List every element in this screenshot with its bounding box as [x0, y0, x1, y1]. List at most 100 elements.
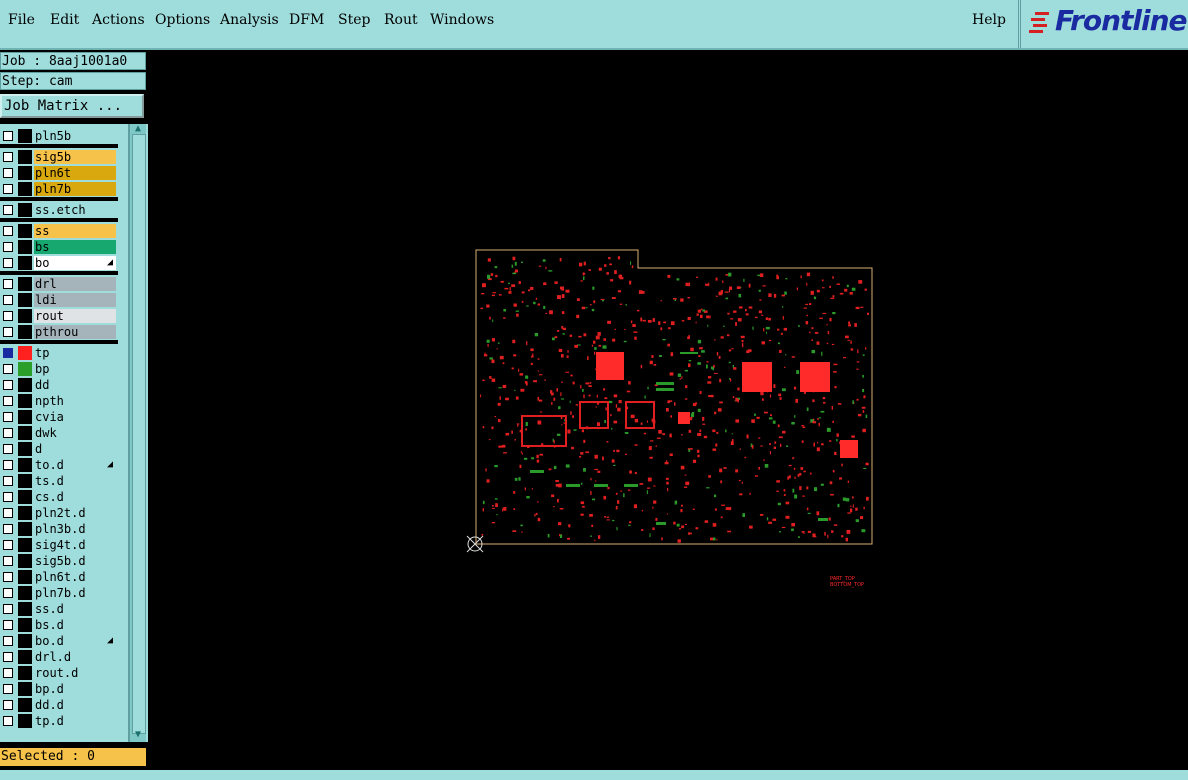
- layer-row-dwk[interactable]: dwk: [0, 425, 118, 441]
- layer-color-swatch[interactable]: [18, 602, 32, 616]
- layer-row-pln5b[interactable]: pln5b: [0, 128, 118, 144]
- layer-row-drl-d[interactable]: drl.d: [0, 649, 118, 665]
- layer-color-swatch[interactable]: [18, 554, 32, 568]
- layer-checkbox[interactable]: [3, 327, 13, 337]
- layer-color-swatch[interactable]: [18, 490, 32, 504]
- layer-row-drl[interactable]: drl: [0, 276, 118, 292]
- layer-row-dd-d[interactable]: dd.d: [0, 697, 118, 713]
- menu-help[interactable]: Help: [972, 12, 1006, 28]
- layer-checkbox[interactable]: [3, 412, 13, 422]
- layer-row-to-d[interactable]: to.d ◢: [0, 457, 118, 473]
- layer-row-ss-d[interactable]: ss.d: [0, 601, 118, 617]
- layer-color-swatch[interactable]: [18, 150, 32, 164]
- layer-color-swatch[interactable]: [18, 458, 32, 472]
- menu-actions[interactable]: Actions: [92, 12, 145, 28]
- layer-color-swatch[interactable]: [18, 570, 32, 584]
- layer-row-cs-d[interactable]: cs.d: [0, 489, 118, 505]
- layer-name[interactable]: bo.d ◢: [34, 634, 116, 648]
- layer-row-sig5b[interactable]: sig5b: [0, 149, 118, 165]
- layer-color-swatch[interactable]: [18, 277, 32, 291]
- layer-checkbox[interactable]: [3, 540, 13, 550]
- layer-row-bp[interactable]: bp: [0, 361, 118, 377]
- layer-row-npth[interactable]: npth: [0, 393, 118, 409]
- layer-checkbox[interactable]: [3, 700, 13, 710]
- layer-color-swatch[interactable]: [18, 426, 32, 440]
- layer-color-swatch[interactable]: [18, 586, 32, 600]
- layer-name[interactable]: pln7b.d: [34, 586, 116, 600]
- layer-row-rout[interactable]: rout: [0, 308, 118, 324]
- layer-name[interactable]: sig4t.d: [34, 538, 116, 552]
- layer-color-swatch[interactable]: [18, 634, 32, 648]
- layer-color-swatch[interactable]: [18, 325, 32, 339]
- layer-row-ldi[interactable]: ldi: [0, 292, 118, 308]
- menu-windows[interactable]: Windows: [430, 12, 494, 28]
- layer-row-sig5b-d[interactable]: sig5b.d: [0, 553, 118, 569]
- layer-checkbox[interactable]: [3, 476, 13, 486]
- layer-checkbox[interactable]: [3, 444, 13, 454]
- layer-row-sig4t-d[interactable]: sig4t.d: [0, 537, 118, 553]
- layer-checkbox[interactable]: [3, 311, 13, 321]
- layer-name[interactable]: ldi: [34, 293, 116, 307]
- layer-checkbox[interactable]: [3, 348, 13, 358]
- layer-checkbox[interactable]: [3, 572, 13, 582]
- layer-row-pln7b-d[interactable]: pln7b.d: [0, 585, 118, 601]
- layer-checkbox[interactable]: [3, 242, 13, 252]
- layer-checkbox[interactable]: [3, 556, 13, 566]
- layer-checkbox[interactable]: [3, 524, 13, 534]
- layer-name[interactable]: sig5b.d: [34, 554, 116, 568]
- menu-edit[interactable]: Edit: [50, 12, 79, 28]
- layer-name[interactable]: ss: [34, 224, 116, 238]
- layer-checkbox[interactable]: [3, 205, 13, 215]
- layer-color-swatch[interactable]: [18, 166, 32, 180]
- layer-name[interactable]: cvia: [34, 410, 116, 424]
- layer-row-bs-d[interactable]: bs.d: [0, 617, 118, 633]
- layer-checkbox[interactable]: [3, 652, 13, 662]
- layer-name[interactable]: to.d ◢: [34, 458, 116, 472]
- layer-color-swatch[interactable]: [18, 224, 32, 238]
- scroll-thumb[interactable]: [132, 134, 146, 734]
- layer-row-d[interactable]: d: [0, 441, 118, 457]
- layer-color-swatch[interactable]: [18, 309, 32, 323]
- layer-checkbox[interactable]: [3, 716, 13, 726]
- layer-checkbox[interactable]: [3, 636, 13, 646]
- layer-row-bs[interactable]: bs: [0, 239, 118, 255]
- layer-color-swatch[interactable]: [18, 256, 32, 270]
- layer-checkbox[interactable]: [3, 668, 13, 678]
- menu-dfm[interactable]: DFM: [289, 12, 324, 28]
- layer-name[interactable]: rout.d: [34, 666, 116, 680]
- menu-step[interactable]: Step: [338, 12, 370, 28]
- layer-color-swatch[interactable]: [18, 714, 32, 728]
- layer-color-swatch[interactable]: [18, 522, 32, 536]
- layer-name[interactable]: bs.d: [34, 618, 116, 632]
- layer-name[interactable]: bo ◢: [34, 256, 116, 270]
- layer-color-swatch[interactable]: [18, 293, 32, 307]
- layer-name[interactable]: ts.d: [34, 474, 116, 488]
- layer-color-swatch[interactable]: [18, 240, 32, 254]
- layer-name[interactable]: pln6t.d: [34, 570, 116, 584]
- layer-row-rout-d[interactable]: rout.d: [0, 665, 118, 681]
- layer-color-swatch[interactable]: [18, 474, 32, 488]
- layer-checkbox[interactable]: [3, 295, 13, 305]
- layer-color-swatch[interactable]: [18, 362, 32, 376]
- layer-checkbox[interactable]: [3, 508, 13, 518]
- layer-color-swatch[interactable]: [18, 410, 32, 424]
- layer-color-swatch[interactable]: [18, 442, 32, 456]
- layer-checkbox[interactable]: [3, 364, 13, 374]
- layer-row-pln6t-d[interactable]: pln6t.d: [0, 569, 118, 585]
- scroll-down-icon[interactable]: ▼: [132, 730, 144, 740]
- layer-checkbox[interactable]: [3, 131, 13, 141]
- layer-checkbox[interactable]: [3, 152, 13, 162]
- layer-row-pln2t-d[interactable]: pln2t.d: [0, 505, 118, 521]
- layer-name[interactable]: dd.d: [34, 698, 116, 712]
- layer-row-pln7b[interactable]: pln7b: [0, 181, 118, 197]
- layer-row-bo-d[interactable]: bo.d ◢: [0, 633, 118, 649]
- layer-color-swatch[interactable]: [18, 182, 32, 196]
- layer-checkbox[interactable]: [3, 184, 13, 194]
- layer-color-swatch[interactable]: [18, 698, 32, 712]
- menu-file[interactable]: File: [8, 12, 35, 28]
- layer-name[interactable]: npth: [34, 394, 116, 408]
- layer-row-ss-etch[interactable]: ss.etch: [0, 202, 118, 218]
- layer-name[interactable]: pln6t: [34, 166, 116, 180]
- layer-row-dd[interactable]: dd: [0, 377, 118, 393]
- layer-name[interactable]: dd: [34, 378, 116, 392]
